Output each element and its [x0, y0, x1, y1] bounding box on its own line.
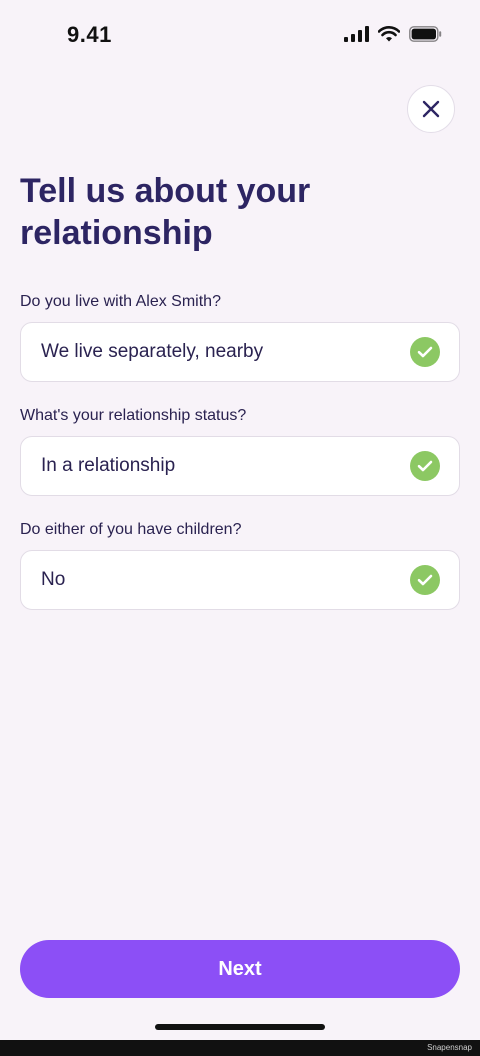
- question-children: Do either of you have children? No: [20, 518, 460, 610]
- watermark: Snapensnap: [427, 1043, 472, 1052]
- watermark-bar: Snapensnap: [0, 1040, 480, 1056]
- battery-icon: [409, 26, 442, 42]
- home-indicator: [155, 1024, 325, 1030]
- close-icon: [422, 100, 440, 118]
- check-icon: [410, 451, 440, 481]
- relationship-form: Do you live with Alex Smith? We live sep…: [20, 290, 460, 632]
- check-icon: [410, 337, 440, 367]
- status-icons: [344, 26, 442, 42]
- status-time: 9.41: [67, 22, 112, 47]
- page-title: Tell us about your relationship: [20, 172, 311, 252]
- children-field[interactable]: No: [20, 550, 460, 610]
- answer-value: We live separately, nearby: [41, 341, 264, 362]
- question-label: What's your relationship status?: [20, 407, 247, 424]
- signal-icon: [344, 26, 369, 42]
- question-label: Do either of you have children?: [20, 521, 242, 538]
- check-icon: [410, 565, 440, 595]
- wifi-icon: [378, 26, 400, 42]
- living-arrangement-field[interactable]: We live separately, nearby: [20, 322, 460, 382]
- status-bar: 9.41: [0, 0, 480, 70]
- close-button[interactable]: [407, 85, 455, 133]
- answer-value: In a relationship: [41, 455, 176, 476]
- question-status: What's your relationship status? In a re…: [20, 404, 460, 496]
- next-button[interactable]: Next: [20, 940, 460, 998]
- relationship-status-field[interactable]: In a relationship: [20, 436, 460, 496]
- answer-value: No: [41, 569, 66, 590]
- question-living: Do you live with Alex Smith? We live sep…: [20, 290, 460, 382]
- question-label: Do you live with Alex Smith?: [20, 293, 221, 310]
